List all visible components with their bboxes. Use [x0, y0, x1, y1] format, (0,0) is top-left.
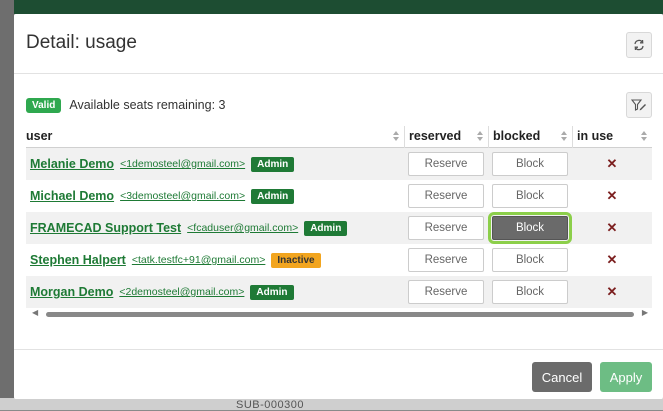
column-user[interactable]: user	[26, 126, 404, 148]
background-page-footer: SUB-000300	[0, 398, 663, 411]
column-reserved-label: reserved	[409, 129, 462, 143]
reserve-button[interactable]: Reserve	[408, 280, 484, 304]
reserve-button[interactable]: Reserve	[408, 152, 484, 176]
sort-icon	[641, 131, 647, 141]
in-use-cell: ✕	[572, 276, 652, 308]
sort-icon	[393, 131, 399, 141]
user-cell: Melanie Demo <1demosteel@gmail.com> Admi…	[26, 148, 404, 180]
blocked-cell: Block	[488, 276, 572, 308]
blocked-cell: Block	[488, 148, 572, 180]
valid-badge: Valid	[26, 97, 62, 113]
user-email-link[interactable]: <3demosteel@gmail.com>	[120, 190, 245, 202]
sort-icon	[477, 131, 483, 141]
not-in-use-icon: ✕	[606, 188, 618, 203]
cancel-button[interactable]: Cancel	[532, 362, 592, 392]
reserve-button[interactable]: Reserve	[408, 216, 484, 240]
table-header: user reserved blocked in use	[26, 126, 652, 148]
seat-status: Valid Available seats remaining: 3	[26, 96, 225, 114]
reserved-cell: Reserve	[404, 276, 488, 308]
usage-detail-dialog: Detail: usage Valid Available seats rema…	[14, 14, 663, 399]
user-name-link[interactable]: Stephen Halpert	[30, 253, 126, 267]
seats-remaining-text: Available seats remaining: 3	[69, 98, 226, 112]
not-in-use-icon: ✕	[606, 220, 618, 235]
user-name-link[interactable]: Morgan Demo	[30, 285, 113, 299]
dialog-title: Detail: usage	[26, 32, 137, 53]
table-row: Stephen Halpert <tatk.testfc+91@gmail.co…	[26, 244, 652, 276]
column-user-label: user	[26, 129, 53, 143]
apply-button[interactable]: Apply	[600, 362, 652, 392]
block-button[interactable]: Block	[492, 152, 568, 176]
refresh-icon	[634, 39, 644, 51]
block-button[interactable]: Block	[492, 248, 568, 272]
app-left-strip	[0, 0, 14, 410]
column-in-use-label: in use	[577, 129, 614, 143]
horizontal-scrollbar[interactable]: ◀ ▶	[30, 308, 650, 320]
column-blocked[interactable]: blocked	[488, 126, 572, 148]
scroll-right-icon[interactable]: ▶	[642, 308, 648, 317]
dialog-footer-divider	[14, 349, 663, 350]
block-button[interactable]: Block	[492, 184, 568, 208]
column-reserved[interactable]: reserved	[404, 126, 488, 148]
dialog-header: Detail: usage	[14, 14, 663, 74]
in-use-cell: ✕	[572, 212, 652, 244]
table-row: Michael Demo <3demosteel@gmail.com> Admi…	[26, 180, 652, 212]
column-blocked-label: blocked	[493, 129, 541, 143]
not-in-use-icon: ✕	[606, 284, 618, 299]
filter-edit-icon	[631, 99, 646, 111]
table-row: Melanie Demo <1demosteel@gmail.com> Admi…	[26, 148, 652, 180]
user-name-link[interactable]: Melanie Demo	[30, 157, 114, 171]
role-badge: Admin	[304, 220, 348, 236]
in-use-cell: ✕	[572, 148, 652, 180]
reserved-cell: Reserve	[404, 244, 488, 276]
user-email-link[interactable]: <tatk.testfc+91@gmail.com>	[132, 254, 266, 266]
user-cell: Morgan Demo <2demosteel@gmail.com> Admin	[26, 276, 404, 308]
column-in-use[interactable]: in use	[572, 126, 652, 148]
role-badge: Admin	[250, 284, 294, 300]
role-badge: Admin	[251, 188, 295, 204]
user-name-link[interactable]: FRAMECAD Support Test	[30, 221, 181, 235]
user-email-link[interactable]: <fcaduser@gmail.com>	[187, 222, 298, 234]
table-row: FRAMECAD Support Test <fcaduser@gmail.co…	[26, 212, 652, 244]
in-use-cell: ✕	[572, 180, 652, 212]
usage-table: user reserved blocked in use Melanie Dem…	[26, 126, 652, 308]
background-footer-text: SUB-000300	[236, 399, 304, 411]
not-in-use-icon: ✕	[606, 156, 618, 171]
reserved-cell: Reserve	[404, 212, 488, 244]
sort-icon	[561, 131, 567, 141]
in-use-cell: ✕	[572, 244, 652, 276]
user-email-link[interactable]: <2demosteel@gmail.com>	[119, 286, 244, 298]
user-email-link[interactable]: <1demosteel@gmail.com>	[120, 158, 245, 170]
blocked-cell: Block	[488, 180, 572, 212]
role-badge: Admin	[251, 156, 295, 172]
user-name-link[interactable]: Michael Demo	[30, 189, 114, 203]
table-row: Morgan Demo <2demosteel@gmail.com> Admin…	[26, 276, 652, 308]
role-badge: Inactive	[271, 252, 321, 268]
user-cell: Stephen Halpert <tatk.testfc+91@gmail.co…	[26, 244, 404, 276]
user-cell: FRAMECAD Support Test <fcaduser@gmail.co…	[26, 212, 404, 244]
reserve-button[interactable]: Reserve	[408, 248, 484, 272]
scrollbar-thumb[interactable]	[46, 312, 634, 317]
reserved-cell: Reserve	[404, 148, 488, 180]
filter-button[interactable]	[626, 92, 652, 118]
reserve-button[interactable]: Reserve	[408, 184, 484, 208]
block-button[interactable]: Block	[492, 280, 568, 304]
refresh-button[interactable]	[626, 32, 652, 58]
block-button[interactable]: Block	[488, 212, 572, 244]
blocked-cell: Block	[488, 244, 572, 276]
blocked-cell: Block	[488, 212, 572, 244]
scroll-left-icon[interactable]: ◀	[32, 308, 38, 317]
user-cell: Michael Demo <3demosteel@gmail.com> Admi…	[26, 180, 404, 212]
app-top-bar	[0, 0, 663, 14]
reserved-cell: Reserve	[404, 180, 488, 212]
not-in-use-icon: ✕	[606, 252, 618, 267]
